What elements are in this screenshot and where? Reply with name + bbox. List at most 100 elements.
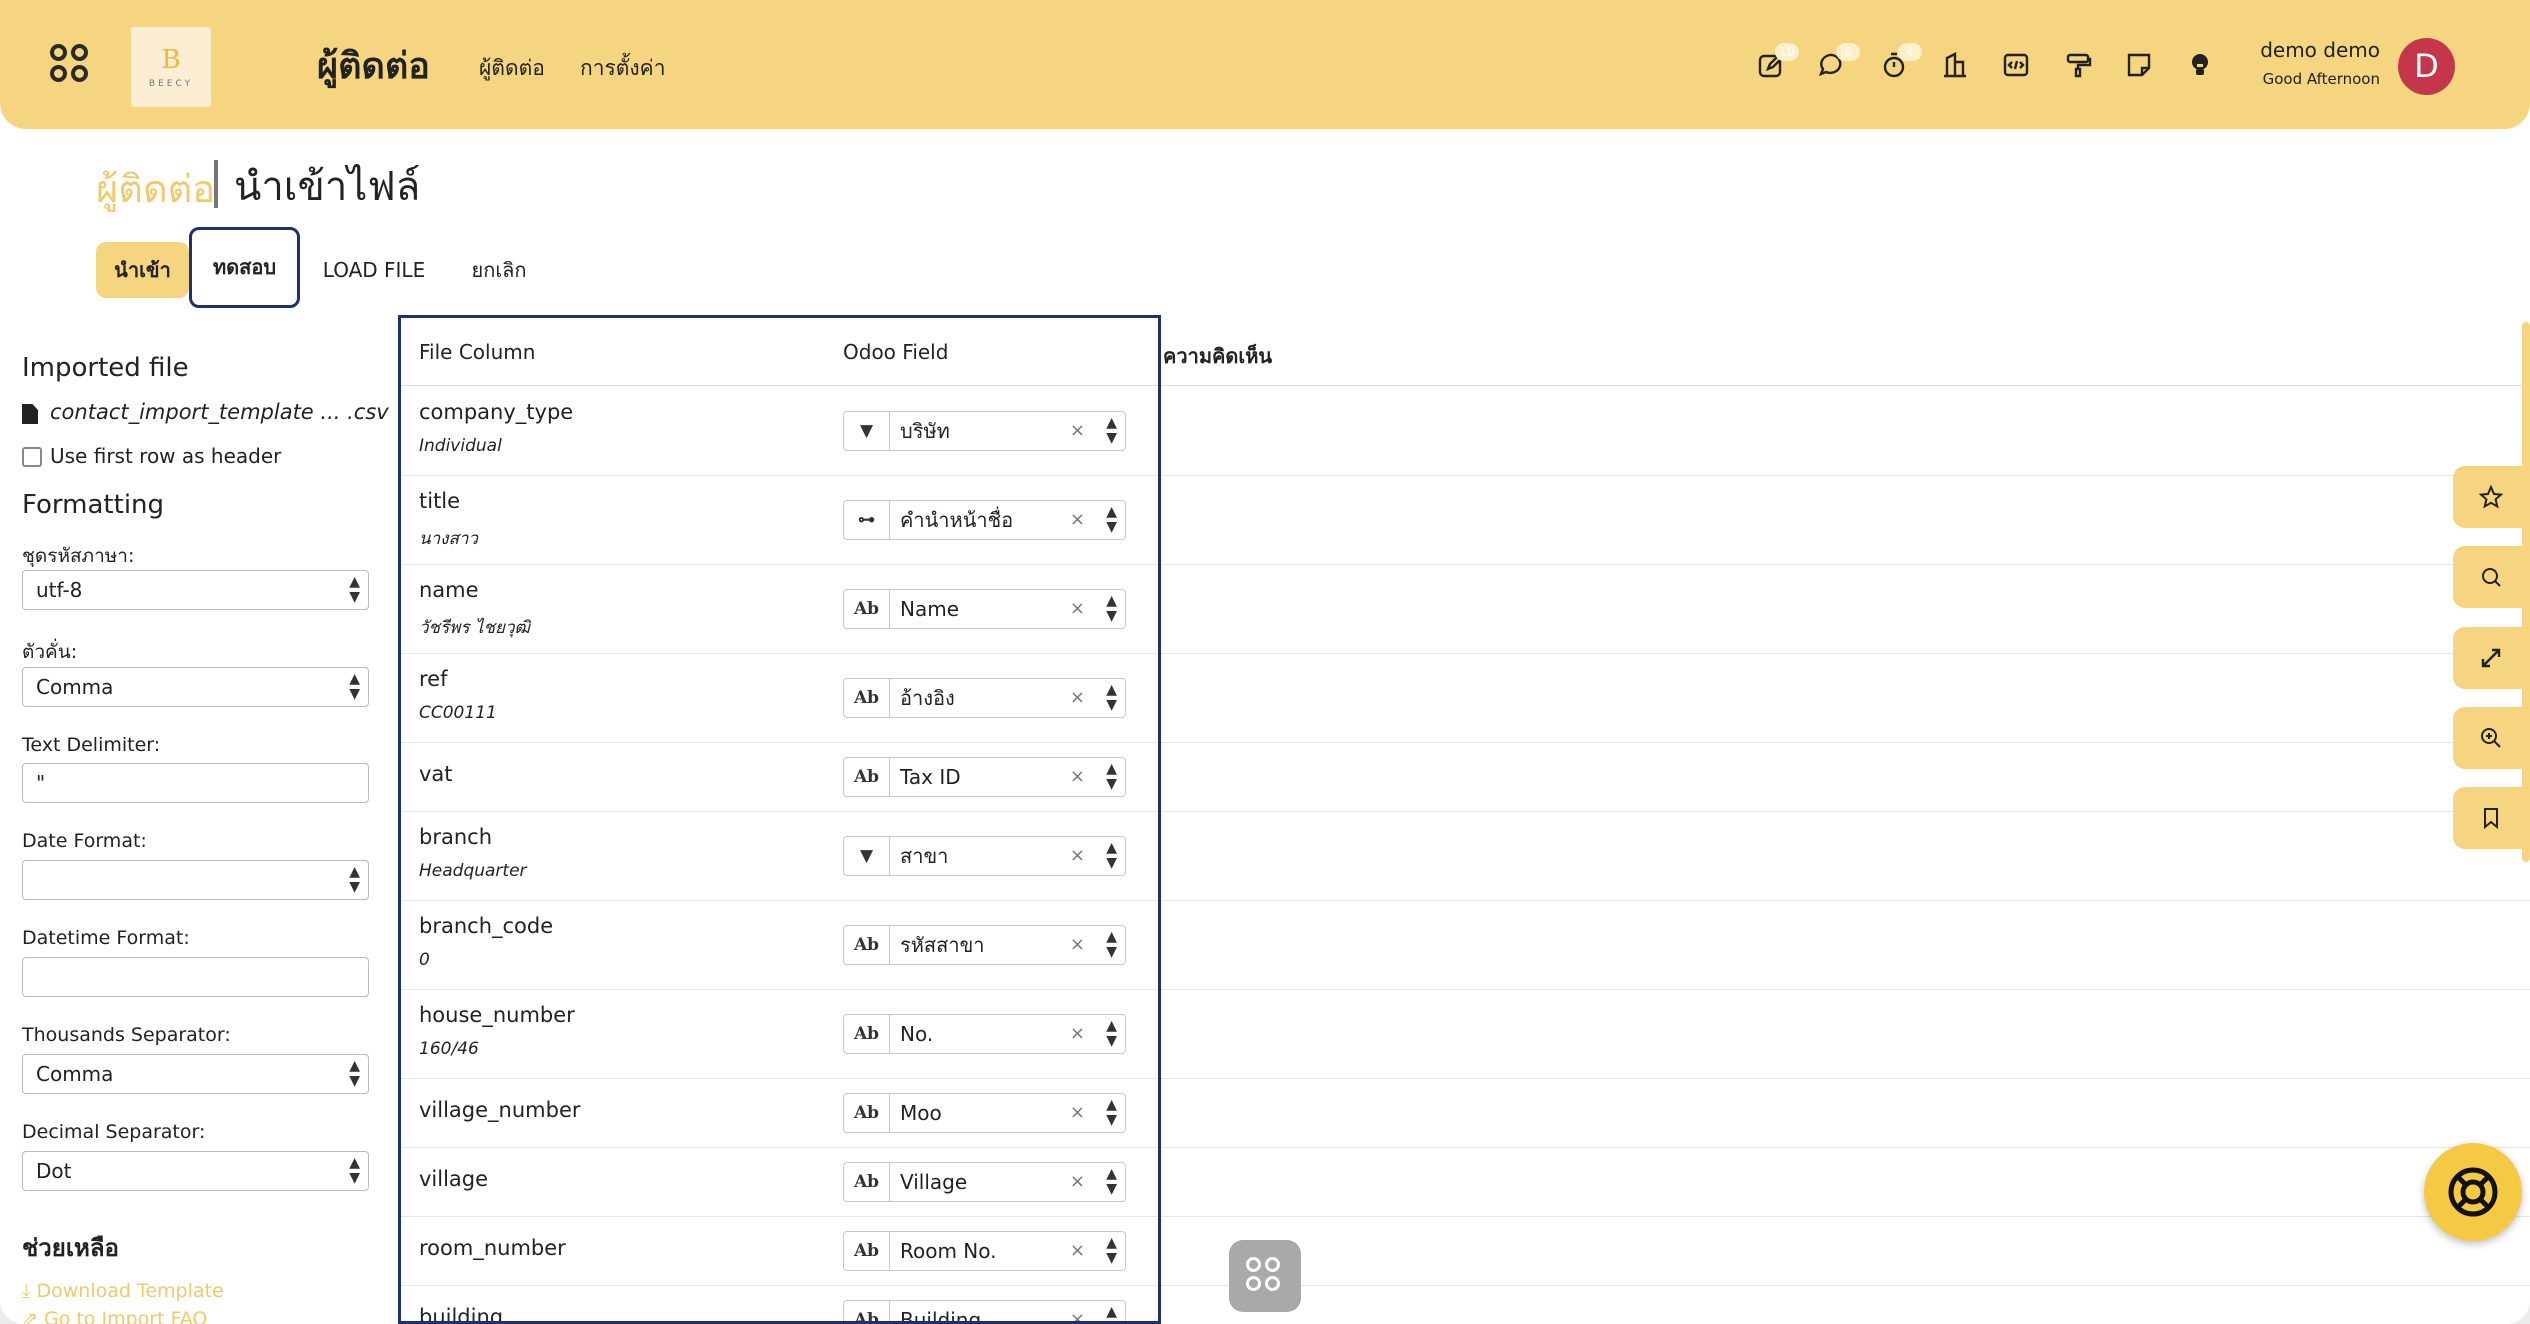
app-title[interactable]: ผู้ติดต่อ: [317, 37, 430, 94]
avatar[interactable]: D: [2398, 38, 2455, 95]
odoo-field-select[interactable]: Ab Tax ID × ▲ ▼: [843, 757, 1126, 797]
thousands-separator-label: Thousands Separator:: [22, 1024, 231, 1046]
row-divider: [398, 989, 2530, 990]
first-row-header-label[interactable]: Use first row as header: [50, 444, 281, 468]
datetime-format-label: Datetime Format:: [22, 927, 190, 949]
odoo-field-select[interactable]: ⊶ คำนำหน้าชื่อ × ▲ ▼: [843, 500, 1126, 540]
text-type-icon: Ab: [844, 1163, 890, 1201]
activity-edit-icon[interactable]: 10: [1756, 43, 1799, 80]
clear-icon[interactable]: ×: [1070, 1163, 1085, 1201]
odoo-field-value: Village: [900, 1170, 968, 1194]
text-type-icon: Ab: [844, 1094, 890, 1132]
row-divider: [398, 475, 2530, 476]
select-arrows-icon: ▲▼: [1106, 1235, 1117, 1266]
file-column-header: File Column: [419, 340, 536, 364]
odoo-field-value: สาขา: [900, 844, 949, 868]
date-format-select[interactable]: ▲ ▼: [22, 860, 369, 900]
paint-roller-icon[interactable]: [2063, 50, 2093, 80]
thousands-separator-select[interactable]: Comma ▲ ▼: [22, 1054, 369, 1094]
select-arrows-icon: ▲▼: [349, 574, 360, 605]
expand-icon[interactable]: [2453, 627, 2530, 689]
row-divider: [398, 742, 2530, 743]
first-row-header-checkbox[interactable]: [22, 447, 42, 467]
row-divider: [398, 653, 2530, 654]
text-delimiter-input[interactable]: ": [22, 763, 369, 803]
zoom-in-icon[interactable]: [2453, 707, 2530, 769]
odoo-field-select[interactable]: ▼ บริษัท × ▲ ▼: [843, 411, 1126, 451]
clear-icon[interactable]: ×: [1070, 590, 1085, 628]
stopwatch-icon[interactable]: 4: [1879, 43, 1922, 80]
menu-contacts[interactable]: ผู้ติดต่อ: [479, 52, 545, 85]
code-icon[interactable]: [2001, 50, 2031, 80]
odoo-field-select[interactable]: Ab Building × ▲▼: [843, 1300, 1126, 1324]
note-icon[interactable]: [2124, 50, 2154, 80]
clear-icon[interactable]: ×: [1070, 679, 1085, 717]
file-column-sample: Individual: [419, 436, 502, 456]
file-column-name: branch_code: [419, 914, 554, 938]
odoo-field-select[interactable]: Ab Name × ▲ ▼: [843, 589, 1126, 629]
text-type-icon: Ab: [844, 590, 890, 628]
separator-select[interactable]: Comma ▲ ▼: [22, 667, 369, 707]
timer-badge: 4: [1898, 43, 1922, 61]
cancel-button[interactable]: ยกเลิก: [452, 242, 546, 298]
odoo-field-select[interactable]: Ab รหัสสาขา × ▲ ▼: [843, 925, 1126, 965]
select-arrows-icon: ▲▼: [1106, 1018, 1117, 1049]
decimal-separator-select[interactable]: Dot ▲ ▼: [22, 1151, 369, 1191]
odoo-field-select[interactable]: Ab อ้างอิง × ▲ ▼: [843, 678, 1126, 718]
menu-settings[interactable]: การตั้งค่า: [580, 52, 666, 85]
import-button[interactable]: นำเข้า: [96, 242, 189, 298]
odoo-field-select[interactable]: Ab Moo × ▲ ▼: [843, 1093, 1126, 1133]
load-file-button[interactable]: LOAD FILE: [306, 242, 442, 298]
text-type-icon: Ab: [844, 1015, 890, 1053]
clear-icon[interactable]: ×: [1070, 1301, 1085, 1324]
select-arrows-icon: ▲▼: [349, 864, 360, 895]
import-faq-link[interactable]: ⇗ Go to Import FAQ: [22, 1308, 207, 1324]
clear-icon[interactable]: ×: [1070, 758, 1085, 796]
odoo-field-select[interactable]: ▼ สาขา × ▲ ▼: [843, 836, 1126, 876]
lifebuoy-icon[interactable]: [2424, 1143, 2522, 1241]
datetime-format-input[interactable]: [22, 957, 369, 997]
imported-file-heading: Imported file: [22, 353, 189, 383]
encoding-select[interactable]: utf-8 ▲ ▼: [22, 570, 369, 610]
clear-icon[interactable]: ×: [1070, 501, 1085, 539]
building-icon[interactable]: [1940, 50, 1970, 80]
row-divider: [398, 900, 2530, 901]
floating-apps-icon[interactable]: [1229, 1240, 1301, 1312]
text-type-icon: Ab: [844, 758, 890, 796]
import-content: [0, 322, 2530, 1324]
odoo-field-select[interactable]: Ab Room No. × ▲ ▼: [843, 1231, 1126, 1271]
clear-icon[interactable]: ×: [1070, 926, 1085, 964]
bookmark-icon[interactable]: [2453, 787, 2530, 849]
app-window: B BEECY ผู้ติดต่อ ผู้ติดต่อ การตั้งค่า 1…: [0, 0, 2530, 1324]
clear-icon[interactable]: ×: [1070, 1015, 1085, 1053]
download-template-link[interactable]: ⤓ Download Template: [22, 1280, 224, 1302]
file-column-name: company_type: [419, 400, 574, 424]
search-icon[interactable]: [2453, 546, 2530, 608]
user-name[interactable]: demo demo: [2230, 38, 2380, 62]
app-menu-icon[interactable]: [50, 44, 92, 86]
clear-icon[interactable]: ×: [1070, 1232, 1085, 1270]
lightbulb-icon[interactable]: [2185, 50, 2215, 80]
select-arrows-icon: ▲▼: [349, 1155, 360, 1186]
star-icon[interactable]: [2453, 466, 2530, 528]
chat-bubble-icon[interactable]: 6: [1817, 43, 1860, 80]
odoo-field-value: รหัสสาขา: [900, 933, 985, 957]
company-logo: B BEECY: [131, 27, 211, 107]
odoo-field-header: Odoo Field: [843, 340, 949, 364]
relation-icon: ⊶: [844, 501, 890, 539]
test-button[interactable]: ทดสอบ: [189, 227, 300, 308]
file-column-name: name: [419, 578, 479, 602]
file-column-sample: 160/46: [419, 1039, 479, 1059]
thousands-separator-value: Comma: [36, 1062, 114, 1086]
comments-header: ความคิดเห็น: [1163, 344, 1273, 368]
clear-icon[interactable]: ×: [1070, 837, 1085, 875]
clear-icon[interactable]: ×: [1070, 412, 1085, 450]
select-arrows-icon: ▲▼: [1106, 593, 1117, 624]
clear-icon[interactable]: ×: [1070, 1094, 1085, 1132]
breadcrumb-parent[interactable]: ผู้ติดต่อ: [96, 158, 215, 219]
select-arrows-icon: ▲▼: [1106, 415, 1117, 446]
odoo-field-select[interactable]: Ab Village × ▲ ▼: [843, 1162, 1126, 1202]
file-column-name: ref: [419, 667, 448, 691]
odoo-field-value: Name: [900, 597, 960, 621]
odoo-field-select[interactable]: Ab No. × ▲ ▼: [843, 1014, 1126, 1054]
